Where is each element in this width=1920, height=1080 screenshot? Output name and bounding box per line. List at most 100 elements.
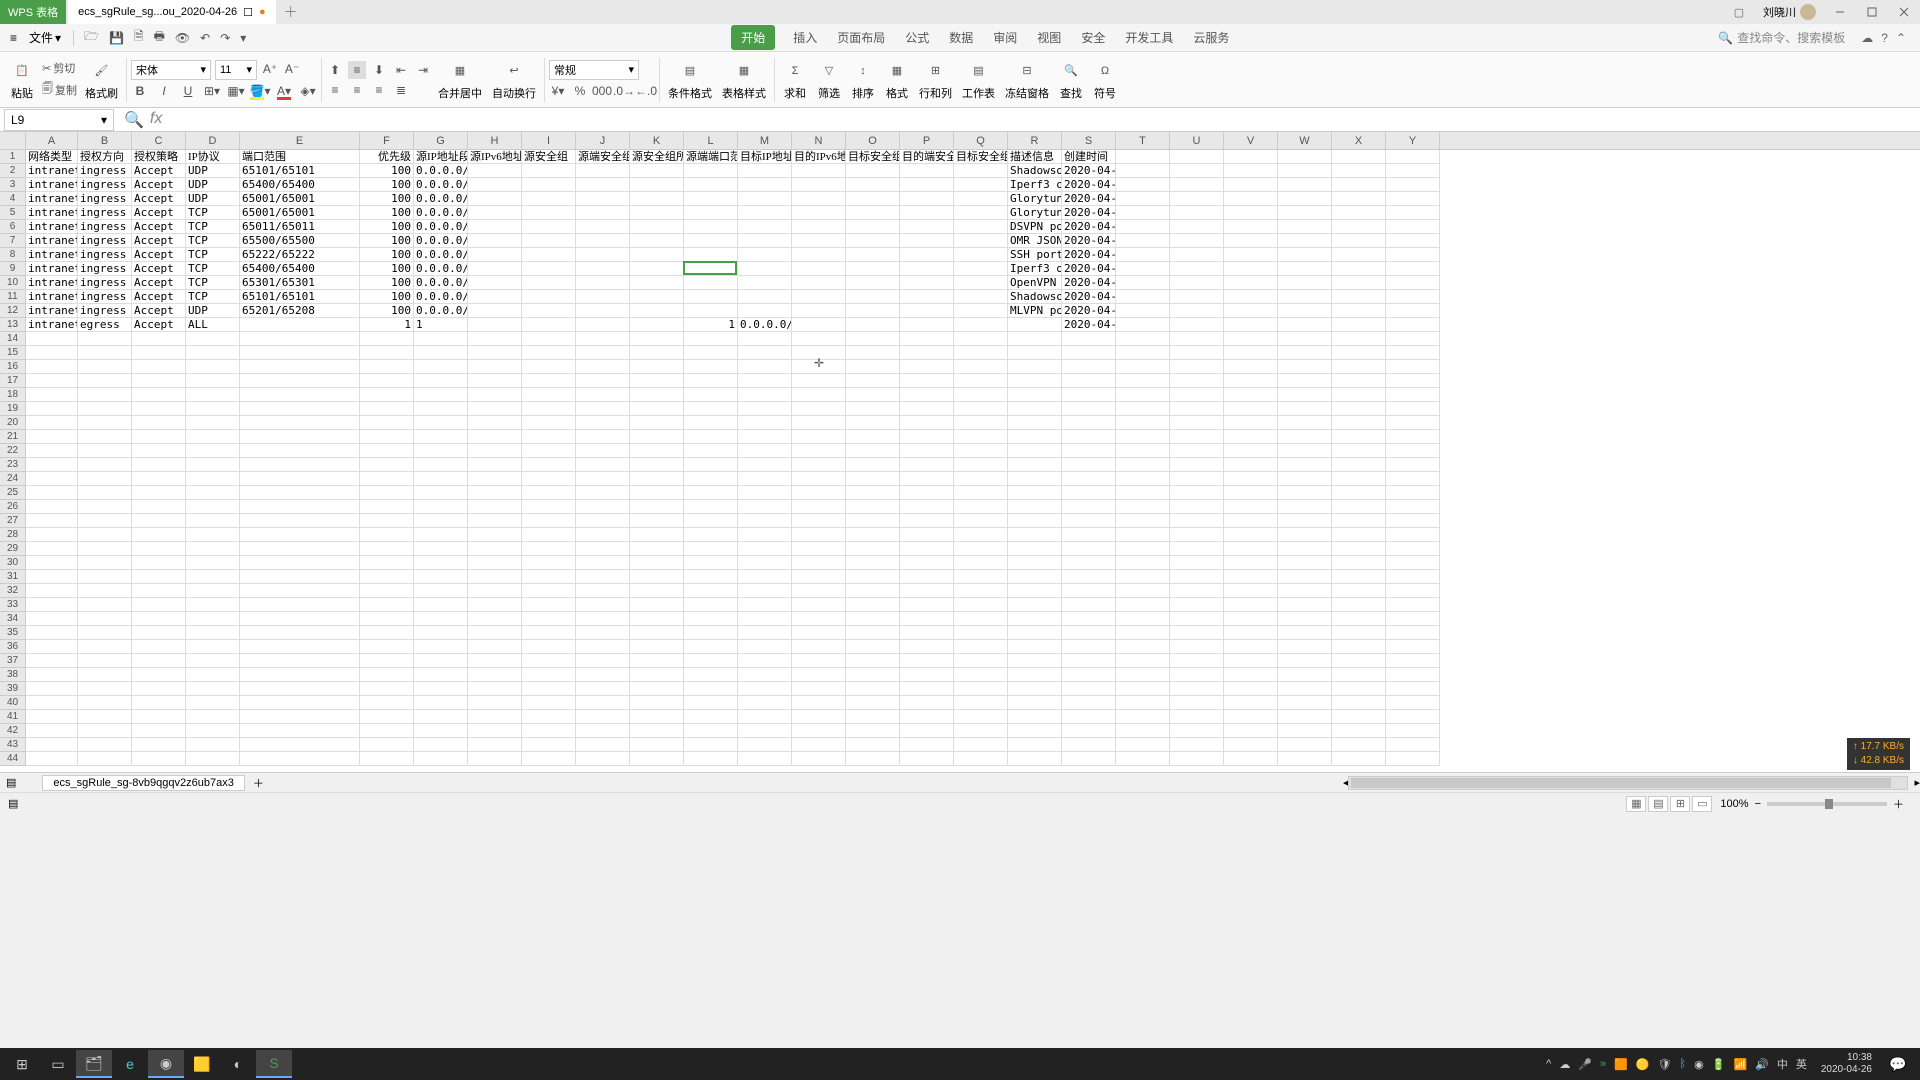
cell[interactable] xyxy=(1170,304,1224,318)
cell[interactable] xyxy=(900,402,954,416)
cell[interactable] xyxy=(684,500,738,514)
cell[interactable] xyxy=(1332,668,1386,682)
cell[interactable] xyxy=(684,654,738,668)
cell[interactable] xyxy=(1062,668,1116,682)
cell[interactable]: 0.0.0.0/0 xyxy=(414,164,468,178)
row-header[interactable]: 12 xyxy=(0,304,26,318)
cell[interactable] xyxy=(186,416,240,430)
cell[interactable]: TCP xyxy=(186,220,240,234)
cell[interactable] xyxy=(1170,584,1224,598)
cell[interactable] xyxy=(1278,500,1332,514)
decrease-decimal-icon[interactable]: ←.0 xyxy=(637,82,655,100)
cell[interactable] xyxy=(846,304,900,318)
cell[interactable] xyxy=(1008,738,1062,752)
cell[interactable] xyxy=(738,248,792,262)
cell[interactable] xyxy=(1008,332,1062,346)
cell[interactable]: 2020-04-12T16:01:24Z xyxy=(1062,206,1116,220)
cell[interactable] xyxy=(1008,416,1062,430)
cell[interactable] xyxy=(522,458,576,472)
cell[interactable] xyxy=(1116,346,1170,360)
cell[interactable] xyxy=(792,402,846,416)
cell[interactable] xyxy=(1224,262,1278,276)
cell[interactable] xyxy=(1062,626,1116,640)
cell[interactable] xyxy=(1170,444,1224,458)
cell[interactable] xyxy=(684,640,738,654)
zoom-slider[interactable] xyxy=(1767,802,1887,806)
cell[interactable] xyxy=(1008,696,1062,710)
wrap-text-button[interactable]: ↩自动换行 xyxy=(488,59,540,101)
cell[interactable] xyxy=(132,360,186,374)
cell[interactable] xyxy=(186,570,240,584)
cell[interactable]: MLVPN por xyxy=(1008,304,1062,318)
cell[interactable] xyxy=(684,528,738,542)
select-all-corner[interactable] xyxy=(0,132,26,149)
cell[interactable]: TCP xyxy=(186,206,240,220)
cell[interactable] xyxy=(792,668,846,682)
cell[interactable]: 2020-04-12T16:01:24Z xyxy=(1062,248,1116,262)
cell[interactable] xyxy=(792,640,846,654)
cell[interactable]: 100 xyxy=(360,234,414,248)
cell[interactable] xyxy=(1170,514,1224,528)
align-center-icon[interactable]: ≡ xyxy=(348,81,366,99)
cell[interactable] xyxy=(1278,682,1332,696)
cell[interactable] xyxy=(468,738,522,752)
cell[interactable] xyxy=(1170,416,1224,430)
cell[interactable]: Accept xyxy=(132,262,186,276)
cell[interactable] xyxy=(132,626,186,640)
cell[interactable] xyxy=(1332,570,1386,584)
cell[interactable] xyxy=(792,206,846,220)
cell[interactable] xyxy=(1278,402,1332,416)
cell[interactable] xyxy=(1008,458,1062,472)
cell[interactable] xyxy=(26,500,78,514)
cell[interactable]: 描述信息 xyxy=(1008,150,1062,164)
col-header[interactable]: J xyxy=(576,132,630,149)
cell[interactable] xyxy=(1278,206,1332,220)
cell[interactable] xyxy=(1116,150,1170,164)
mic-icon[interactable]: 🎤 xyxy=(1578,1058,1592,1071)
cell[interactable] xyxy=(1224,570,1278,584)
cell[interactable] xyxy=(360,724,414,738)
cell[interactable] xyxy=(846,444,900,458)
cell[interactable] xyxy=(1116,752,1170,766)
row-header[interactable]: 16 xyxy=(0,360,26,374)
col-header[interactable]: A xyxy=(26,132,78,149)
cell[interactable] xyxy=(240,612,360,626)
cell[interactable] xyxy=(846,276,900,290)
cell[interactable] xyxy=(576,346,630,360)
cell[interactable] xyxy=(900,626,954,640)
cell[interactable]: ingress xyxy=(78,304,132,318)
cell[interactable] xyxy=(1116,598,1170,612)
row-header[interactable]: 39 xyxy=(0,682,26,696)
cell[interactable] xyxy=(468,276,522,290)
cell[interactable] xyxy=(738,528,792,542)
tab-insert[interactable]: 插入 xyxy=(791,25,819,50)
cell[interactable] xyxy=(684,374,738,388)
cell[interactable] xyxy=(846,500,900,514)
cell[interactable] xyxy=(630,752,684,766)
cell[interactable] xyxy=(630,570,684,584)
cell[interactable] xyxy=(186,668,240,682)
cell[interactable] xyxy=(1332,724,1386,738)
cell[interactable] xyxy=(1332,206,1386,220)
cell[interactable] xyxy=(1332,584,1386,598)
cell[interactable] xyxy=(954,402,1008,416)
cell[interactable] xyxy=(360,374,414,388)
cell[interactable] xyxy=(522,500,576,514)
cell[interactable] xyxy=(1278,528,1332,542)
cell[interactable]: 100 xyxy=(360,248,414,262)
col-header[interactable]: O xyxy=(846,132,900,149)
cell[interactable]: Glorytun xyxy=(1008,206,1062,220)
cell[interactable] xyxy=(132,416,186,430)
cell[interactable] xyxy=(78,696,132,710)
cell[interactable] xyxy=(1008,752,1062,766)
cell[interactable] xyxy=(468,542,522,556)
cell[interactable] xyxy=(954,206,1008,220)
format-painter-button[interactable]: 🖌格式刷 xyxy=(81,59,122,101)
cell[interactable] xyxy=(1224,626,1278,640)
cell[interactable] xyxy=(576,696,630,710)
cell[interactable] xyxy=(1386,164,1440,178)
cell[interactable] xyxy=(414,654,468,668)
cell[interactable] xyxy=(132,402,186,416)
cell[interactable] xyxy=(954,724,1008,738)
cell[interactable] xyxy=(78,360,132,374)
